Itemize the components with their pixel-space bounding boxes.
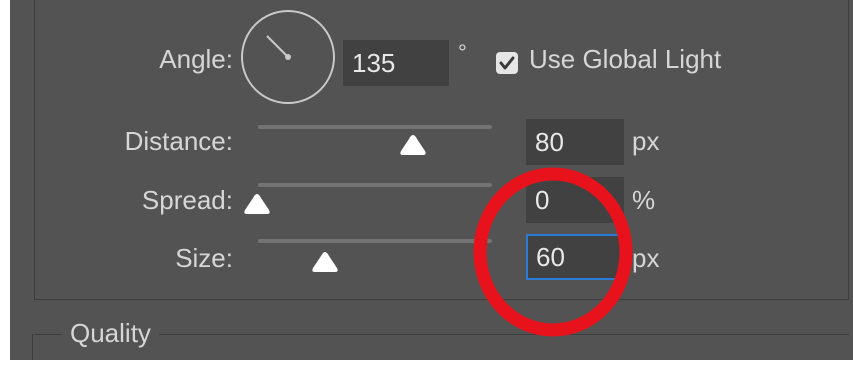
angle-input[interactable]: 135 — [343, 40, 449, 86]
checkmark-icon — [499, 56, 515, 70]
quality-section-title: Quality — [62, 318, 159, 349]
spread-slider-track[interactable] — [258, 183, 492, 187]
angle-dial-icon[interactable] — [241, 10, 335, 104]
distance-label: Distance: — [124, 126, 233, 156]
size-label: Size: — [175, 243, 233, 273]
size-slider-track[interactable] — [258, 239, 492, 243]
distance-slider-track[interactable] — [258, 125, 492, 129]
red-circle-annotation — [473, 167, 633, 337]
layer-style-panel: Angle: 135 ° Use Global Light Distance: … — [10, 0, 853, 360]
use-global-light-checkbox[interactable] — [496, 52, 518, 74]
spread-label: Spread: — [141, 185, 233, 215]
angle-label: Angle: — [159, 44, 233, 74]
use-global-light-label[interactable]: Use Global Light — [529, 44, 721, 75]
spread-slider-thumb[interactable] — [242, 192, 272, 216]
distance-unit: px — [632, 126, 660, 156]
distance-slider-thumb[interactable] — [398, 133, 428, 157]
quality-group-left-border — [32, 334, 33, 360]
distance-input[interactable]: 80 — [526, 119, 624, 165]
angle-unit: ° — [458, 40, 467, 65]
size-slider-thumb[interactable] — [310, 250, 340, 274]
